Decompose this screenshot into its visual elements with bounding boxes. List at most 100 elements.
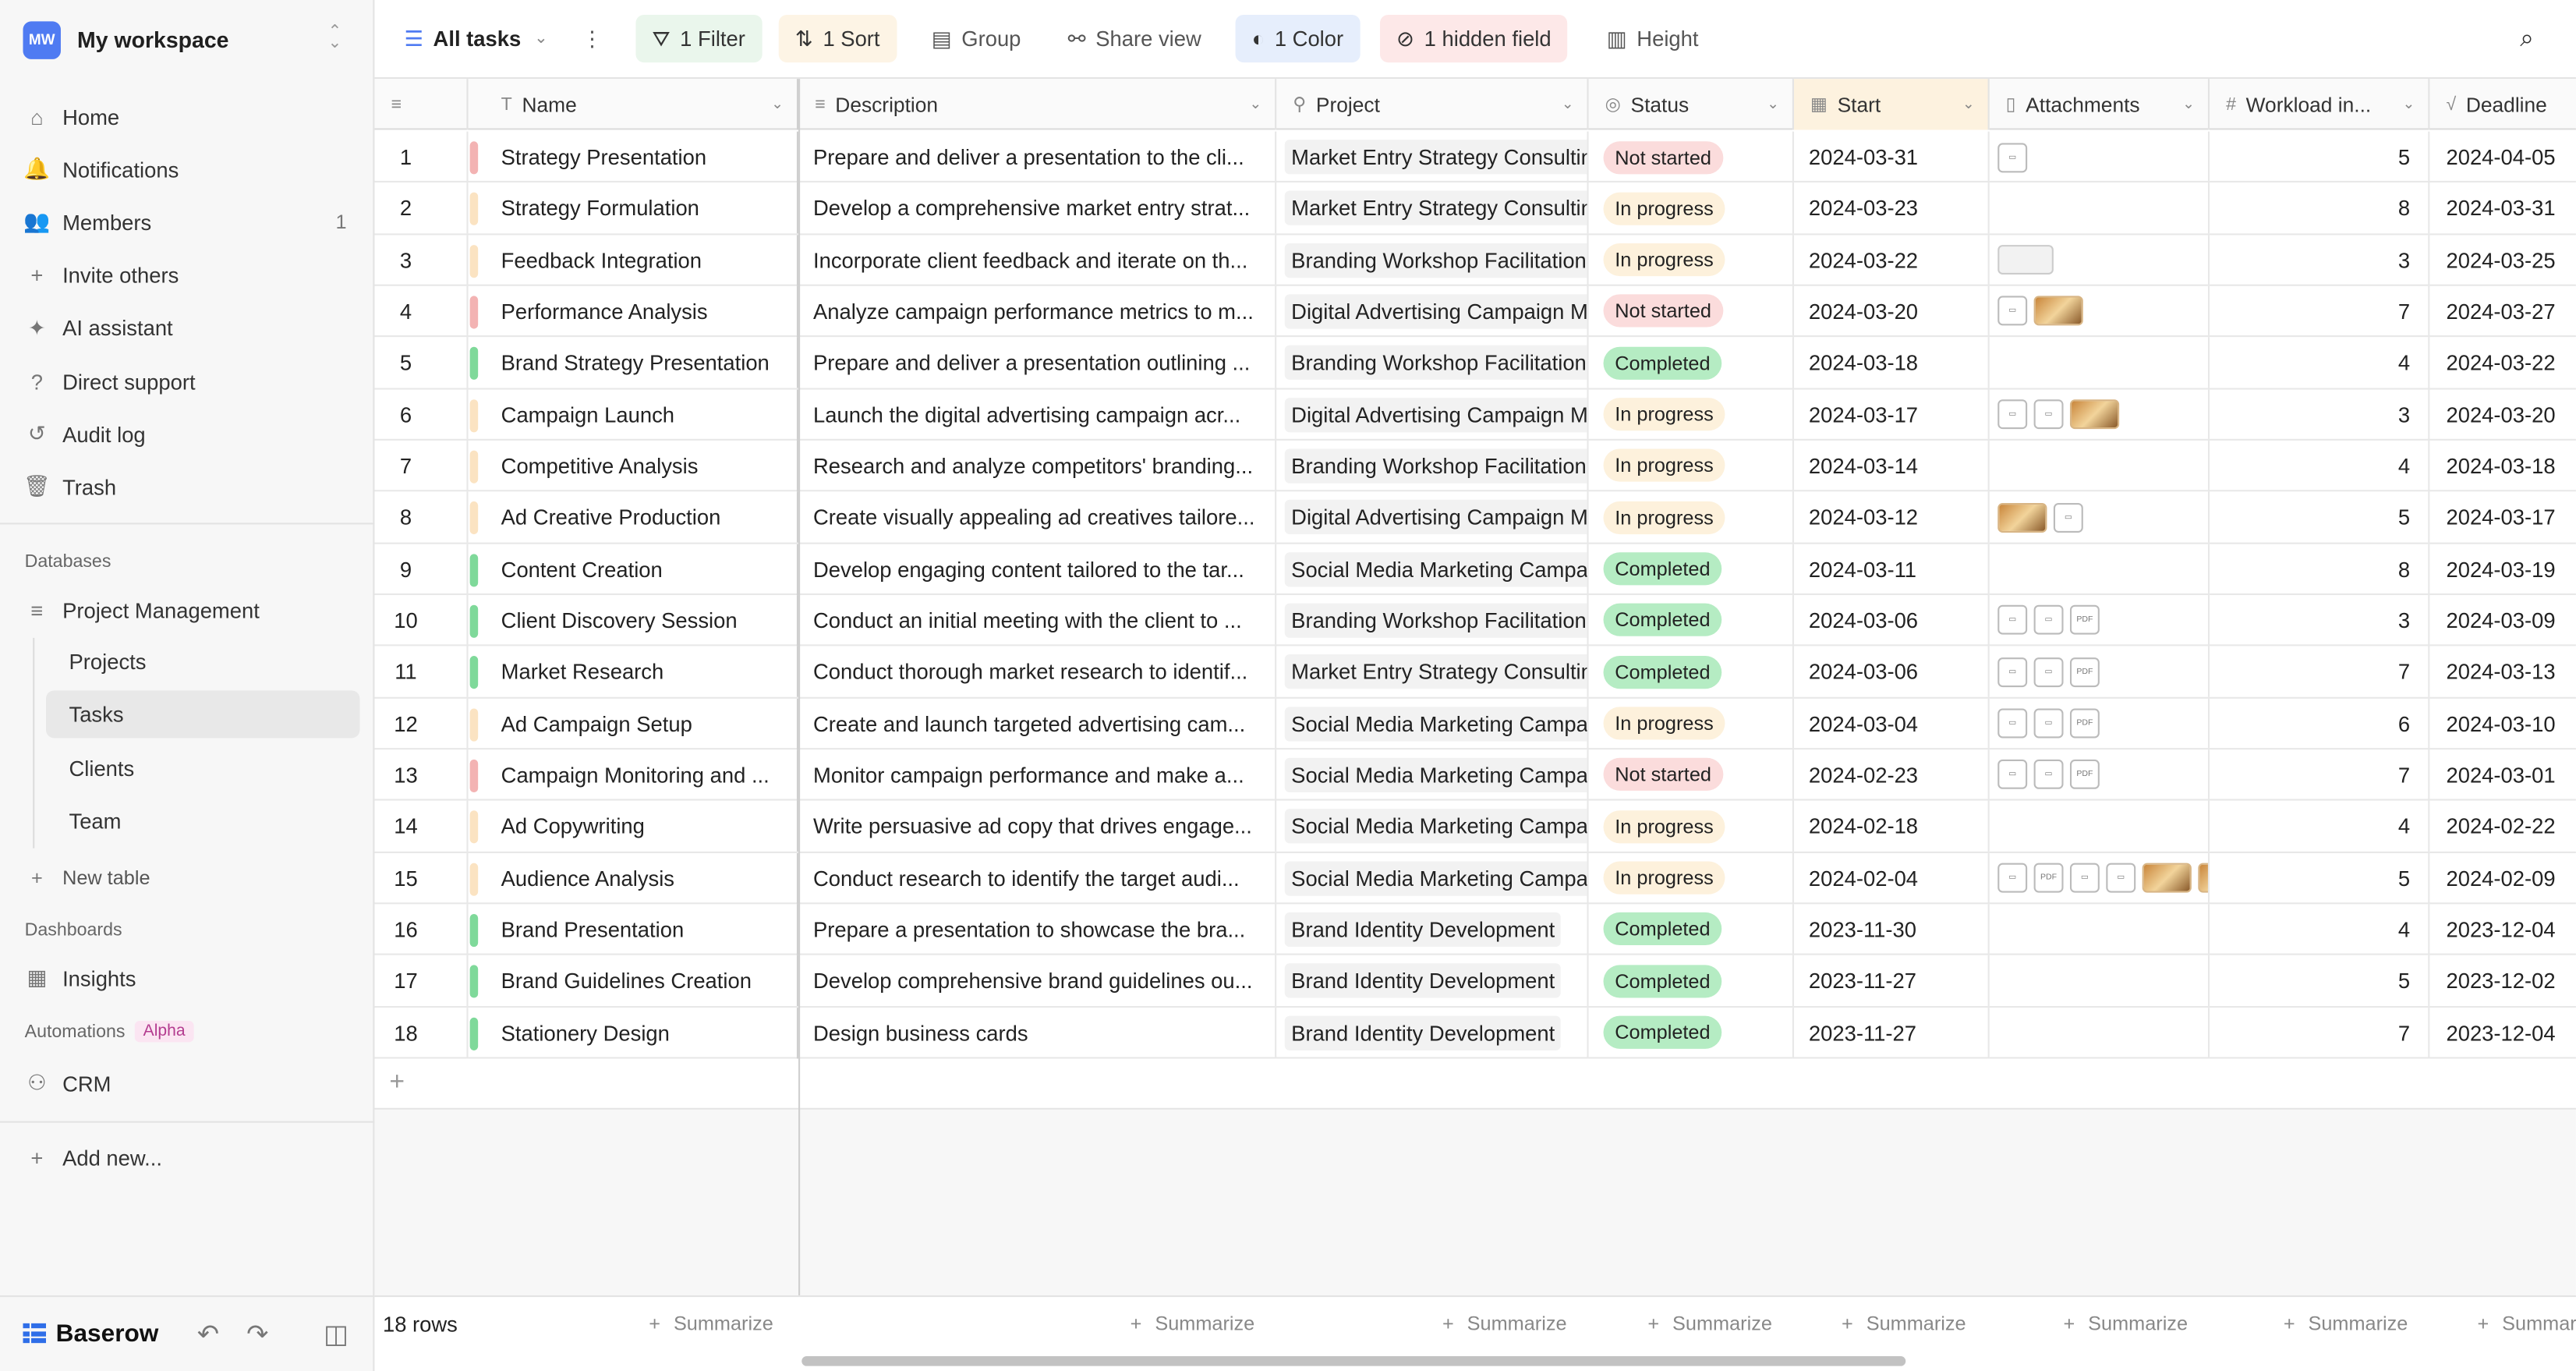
cell-start[interactable]: 2024-03-14 [1794,440,1990,492]
file-thumbnail-icon[interactable]: PDF [2033,863,2064,893]
cell-attachments[interactable]: ▭ ▭ PDF [1990,594,2210,647]
file-thumbnail-icon[interactable]: ▭ [1997,657,2028,687]
column-header-status[interactable]: ◎ Status ⌄ [1589,79,1794,130]
cell-workload[interactable]: 7 [2210,285,2430,338]
file-thumbnail-icon[interactable]: ▭ [2053,502,2083,533]
cell-description[interactable]: Prepare a presentation to showcase the b… [798,904,1277,955]
image-thumbnail[interactable] [2142,863,2192,893]
cell-attachments[interactable]: ▭ [1990,285,2210,338]
cell-start[interactable]: 2024-03-17 [1794,388,1990,441]
cell-name[interactable]: Brand Guidelines Creation [469,955,799,1007]
cell-name[interactable]: Performance Analysis [469,285,799,338]
table-row[interactable]: 6 Campaign Launch Launch the digital adver… [374,388,2576,441]
cell-name[interactable]: Competitive Analysis [469,440,799,492]
file-thumbnail-icon[interactable]: ▭ [1997,863,2028,893]
cell-workload[interactable]: 5 [2210,955,2430,1007]
cell-status[interactable]: Completed [1589,647,1794,698]
hidden-fields-button[interactable]: ⊘ 1 hidden field [1379,14,1568,63]
project-link-chip[interactable]: Branding Workshop Facilitation [1284,603,1587,638]
cell-name[interactable]: Campaign Launch [469,388,799,441]
table-row[interactable]: 13 Campaign Monitoring and ... Monitor cam… [374,749,2576,802]
cell-start[interactable]: 2024-03-11 [1794,543,1990,595]
table-row[interactable]: 8 Ad Creative Production Create visually a… [374,491,2576,544]
cell-description[interactable]: Conduct research to identify the target … [798,852,1277,904]
table-row[interactable]: 17 Brand Guidelines Creation Develop compr… [374,955,2576,1008]
cell-status[interactable]: Not started [1589,285,1794,338]
table-row[interactable]: 15 Audience Analysis Conduct research to i… [374,852,2576,905]
table-item-projects[interactable]: Projects [46,638,359,686]
cell-description[interactable]: Design business cards [798,1007,1277,1058]
cell-start[interactable]: 2024-03-12 [1794,491,1990,544]
cell-attachments[interactable]: ▭ ▭ PDF [1990,749,2210,801]
color-button[interactable]: ◐ 1 Color [1235,14,1361,63]
project-link-chip[interactable]: Branding Workshop Facilitation [1284,243,1587,278]
cell-project[interactable]: Branding Workshop Facilitation [1276,337,1589,389]
cell-project[interactable]: Digital Advertising Campaign Management [1276,388,1589,441]
cell-workload[interactable]: 6 [2210,698,2430,749]
table-row[interactable]: 5 Brand Strategy Presentation Prepare and … [374,337,2576,389]
file-thumbnail-icon[interactable]: ▭ [1997,399,2028,430]
cell-description[interactable]: Develop engaging content tailored to the… [798,543,1277,595]
cell-start[interactable]: 2024-02-18 [1794,801,1990,852]
cell-name[interactable]: Strategy Presentation [469,131,799,182]
cell-status[interactable]: Completed [1589,543,1794,595]
sidebar-item-direct-support[interactable]: ? Direct support [0,355,374,408]
cell-name[interactable]: Ad Campaign Setup [469,698,799,749]
cell-description[interactable]: Develop a comprehensive market entry str… [798,182,1277,235]
file-thumbnail-icon[interactable]: ▭ [1997,296,2028,327]
cell-start[interactable]: 2024-03-06 [1794,594,1990,647]
file-thumbnail-icon[interactable]: ▭ [1997,142,2028,172]
file-thumbnail-icon[interactable]: ▭ [2033,657,2064,687]
cell-status[interactable]: In progress [1589,440,1794,492]
cell-attachments[interactable]: ▭ [1990,131,2210,182]
cell-description[interactable]: Conduct thorough market research to iden… [798,647,1277,698]
cell-project[interactable]: Branding Workshop Facilitation [1276,234,1589,286]
project-link-chip[interactable]: Social Media Marketing Campaign [1284,551,1587,586]
cell-start[interactable]: 2024-03-06 [1794,647,1990,698]
add-new-button[interactable]: + Add new... [0,1131,374,1184]
automation-crm[interactable]: ⚇ CRM [0,1057,374,1110]
file-thumbnail-icon[interactable]: PDF [2069,657,2100,687]
cell-workload[interactable]: 8 [2210,543,2430,595]
database-project-management[interactable]: ≡ Project Management [0,583,374,636]
cell-attachments[interactable]: ▭ ▭ [1990,388,2210,441]
cell-start[interactable]: 2024-02-23 [1794,749,1990,801]
cell-project[interactable]: Brand Identity Development [1276,955,1589,1007]
cell-workload[interactable]: 4 [2210,440,2430,492]
cell-description[interactable]: Analyze campaign performance metrics to … [798,285,1277,338]
project-link-chip[interactable]: Market Entry Strategy Consulting [1284,654,1587,689]
cell-project[interactable]: Social Media Marketing Campaign [1276,852,1589,904]
sort-button[interactable]: ⇅ 1 Sort [778,14,897,63]
summarize-button[interactable]: + Summarize [1647,1312,1772,1335]
file-thumbnail-icon[interactable]: ▭ [2033,760,2064,790]
cell-project[interactable]: Social Media Marketing Campaign [1276,698,1589,749]
horizontal-scrollbar[interactable] [801,1356,1906,1366]
redo-icon[interactable]: ↷ [246,1319,268,1352]
cell-status[interactable]: Completed [1589,594,1794,647]
summarize-button[interactable]: + Summarize [1131,1312,1255,1335]
cell-attachments[interactable] [1990,801,2210,852]
project-link-chip[interactable]: Social Media Marketing Campaign [1284,809,1587,844]
table-row[interactable]: 3 Feedback Integration Incorporate client … [374,234,2576,286]
cell-name[interactable]: Client Discovery Session [469,594,799,647]
column-header-workload[interactable]: # Workload in... ⌄ [2210,79,2430,130]
image-thumbnail[interactable] [2069,399,2120,430]
cell-name[interactable]: Feedback Integration [469,234,799,286]
cell-status[interactable]: In progress [1589,698,1794,749]
cell-name[interactable]: Ad Creative Production [469,491,799,544]
project-link-chip[interactable]: Digital Advertising Campaign Management [1284,397,1587,432]
cell-start[interactable]: 2024-03-18 [1794,337,1990,389]
cell-project[interactable]: Branding Workshop Facilitation [1276,440,1589,492]
cell-project[interactable]: Market Entry Strategy Consulting [1276,182,1589,235]
cell-start[interactable]: 2024-02-04 [1794,852,1990,904]
column-header-description[interactable]: ≡ Description ⌄ [798,79,1277,130]
cell-attachments[interactable] [1990,1007,2210,1058]
cell-project[interactable]: Market Entry Strategy Consulting [1276,131,1589,182]
cell-workload[interactable]: 4 [2210,801,2430,852]
cell-workload[interactable]: 4 [2210,337,2430,389]
new-table-button[interactable]: + New table [0,852,374,905]
cell-status[interactable]: Completed [1589,904,1794,955]
project-link-chip[interactable]: Social Media Marketing Campaign [1284,860,1587,895]
cell-status[interactable]: In progress [1589,182,1794,235]
cell-description[interactable]: Write persuasive ad copy that drives eng… [798,801,1277,852]
